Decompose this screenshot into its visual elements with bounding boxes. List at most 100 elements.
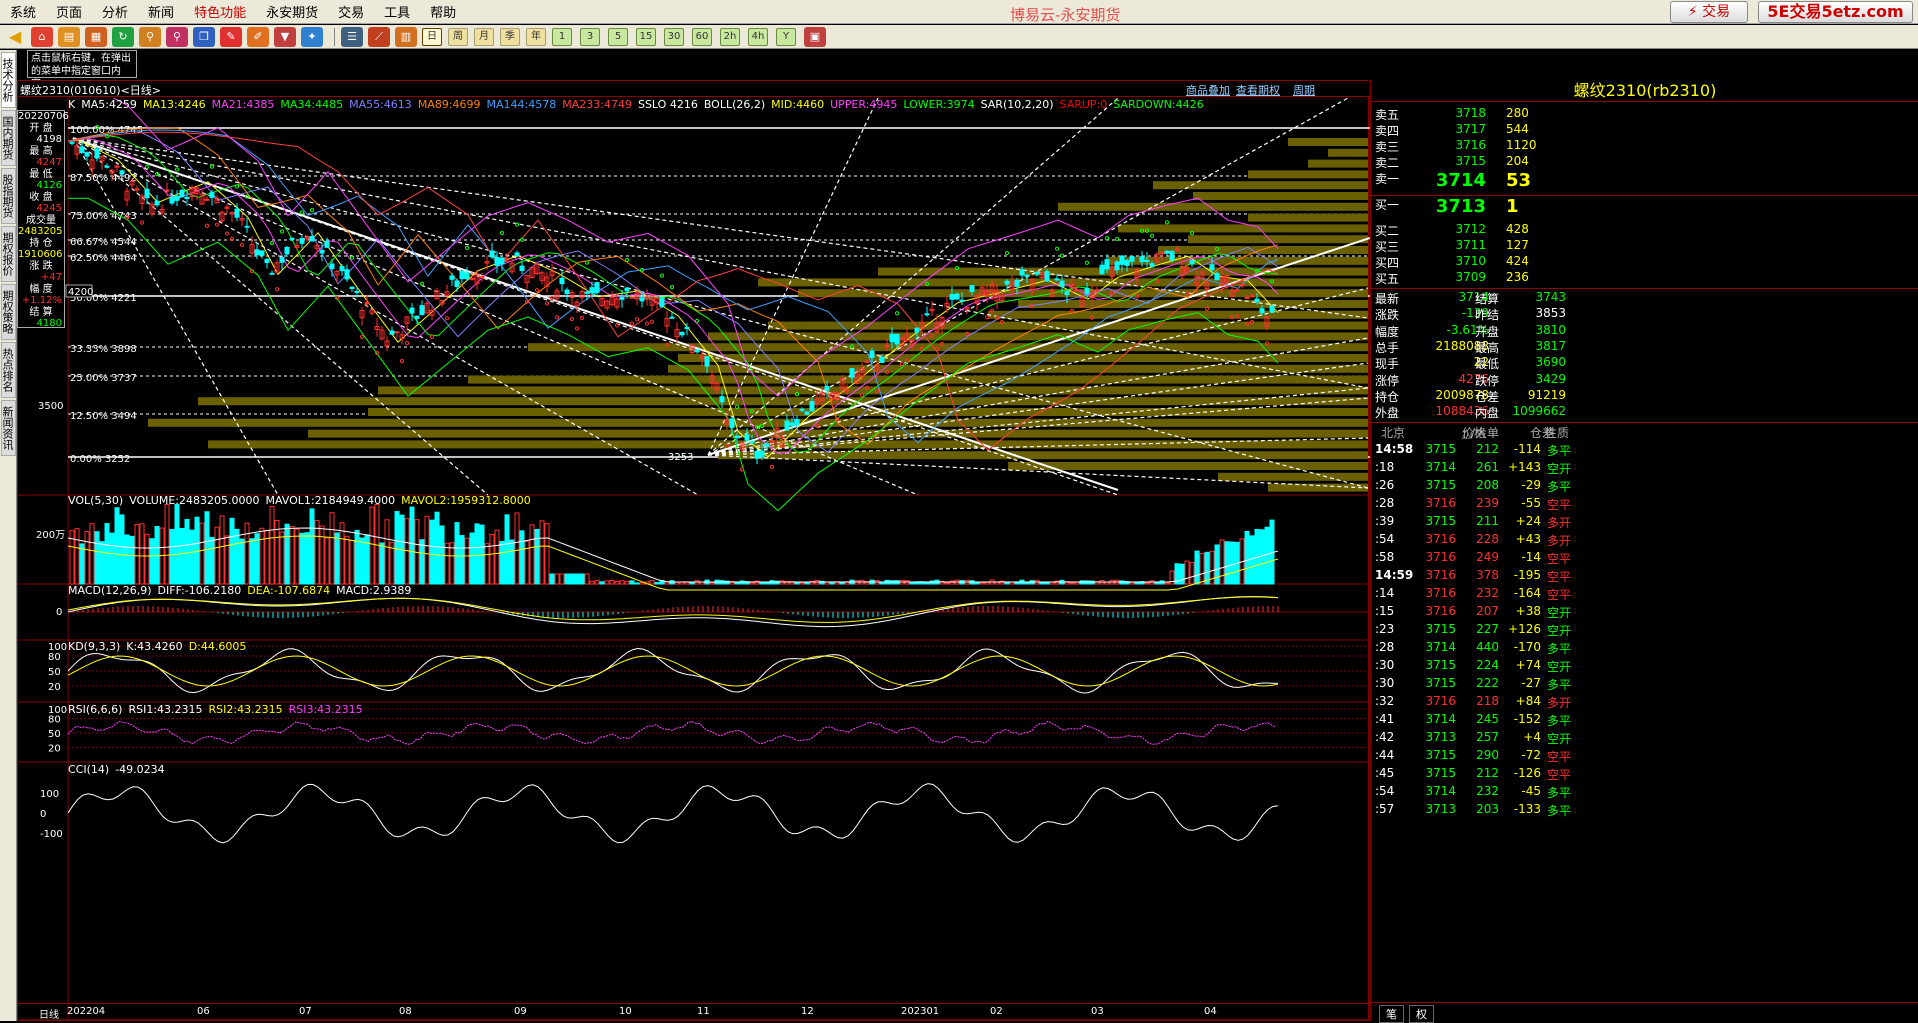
period-button-7[interactable]: 5	[608, 27, 628, 46]
volume-bar	[369, 506, 375, 585]
tick-row[interactable]: :14 3716 232 -164 空平	[1371, 586, 1918, 604]
tick-row[interactable]: :42 3713 257 +4 空开	[1371, 730, 1918, 748]
left-tab-0[interactable]: 技术分析	[1, 52, 16, 108]
tick-row[interactable]: 14:59 3716 378 -195 空平	[1371, 568, 1918, 586]
period-button-1[interactable]: 周	[448, 27, 468, 46]
filter-icon[interactable]: ▼	[274, 26, 296, 47]
tick-price: 3716	[1425, 568, 1456, 583]
tick-time: :14	[1375, 586, 1395, 601]
tick-row[interactable]: :54 3714 232 -45 多平	[1371, 784, 1918, 802]
chart-window[interactable]: 螺纹2310(010610)<日线> 商品叠加 查看期权 周期 10 0.00% …	[17, 80, 1370, 1021]
menu-item-1[interactable]: 页面	[46, 2, 92, 21]
left-tab-1[interactable]: 国内期货	[1, 110, 16, 166]
tick-row[interactable]: :26 3715 208 -29 多平	[1371, 478, 1918, 496]
volume-bar	[234, 528, 240, 585]
link-overlay[interactable]: 商品叠加	[1186, 82, 1230, 98]
left-tab-4[interactable]: 期权策略	[1, 284, 16, 340]
period-button-5[interactable]: 1	[552, 27, 572, 46]
tick-row[interactable]: :18 3714 261 +143 空开	[1371, 460, 1918, 478]
tick-row[interactable]: 14:58 3715 212 -114 多平	[1371, 442, 1918, 460]
left-tab-5[interactable]: 热点排名	[1, 342, 16, 398]
quote-tab-0[interactable]: 笔	[1379, 1005, 1404, 1023]
period-button-6[interactable]: 3	[580, 27, 600, 46]
menu-item-2[interactable]: 分析	[92, 2, 138, 21]
tick-row[interactable]: :54 3716 228 +43 多开	[1371, 532, 1918, 550]
tick-row[interactable]: :45 3715 212 -126 空平	[1371, 766, 1918, 784]
list-icon[interactable]: ☰	[341, 26, 363, 47]
kline-plot[interactable]: 100.00% 474587.50% 449275.00% 474366.67%…	[18, 98, 1370, 1020]
tick-row[interactable]: :28 3716 239 -55 空平	[1371, 496, 1918, 514]
tick-row[interactable]: :28 3714 440 -170 多平	[1371, 640, 1918, 658]
tick-row[interactable]: :41 3714 245 -152 多平	[1371, 712, 1918, 730]
tick-row[interactable]: :57 3713 203 -133 多平	[1371, 802, 1918, 820]
menu-item-5[interactable]: 永安期货	[256, 2, 328, 21]
ask-row[interactable]: 卖五 3718 280	[1371, 106, 1918, 122]
period-button-10[interactable]: 60	[692, 27, 712, 46]
period-button-13[interactable]: Y	[776, 27, 796, 46]
menu-item-3[interactable]: 新闻	[138, 2, 184, 21]
stat-label: 内盘	[1475, 406, 1500, 421]
volume-bar	[409, 506, 415, 585]
menu-item-6[interactable]: 交易	[328, 2, 374, 21]
bid-row[interactable]: 买五 3709 236	[1371, 270, 1918, 286]
period-button-0[interactable]: 日	[422, 27, 442, 46]
line-chart-icon[interactable]: ⟋	[368, 26, 390, 47]
bid-row[interactable]: 买四 3710 424	[1371, 254, 1918, 270]
ask-row[interactable]: 卖一 3714 53	[1371, 170, 1918, 194]
trade-button[interactable]: ⚡ 交易	[1670, 1, 1748, 23]
fib-label: 87.50% 4492	[70, 173, 137, 184]
period-button-8[interactable]: 15	[636, 27, 656, 46]
pen-icon[interactable]: ✎	[220, 26, 242, 47]
period-button-2[interactable]: 月	[474, 27, 494, 46]
volume-profile-bar	[1188, 235, 1368, 244]
zoom-icon[interactable]: ⚲	[166, 26, 188, 47]
refresh-icon[interactable]: ↻	[112, 26, 134, 47]
bid-volume: 1	[1506, 196, 1519, 217]
quote-tab-1[interactable]: 权	[1409, 1005, 1434, 1023]
bid-row[interactable]: 买二 3712 428	[1371, 222, 1918, 238]
tick-row[interactable]: :30 3715 224 +74 空开	[1371, 658, 1918, 676]
layout-icon[interactable]: ▦	[85, 26, 107, 47]
left-tab-3[interactable]: 期权报价	[1, 226, 16, 282]
chart-tool-icon[interactable]: ✦	[301, 26, 323, 47]
bid-row[interactable]: 买一 3713 1	[1371, 196, 1918, 220]
tick-row[interactable]: :23 3715 227 +126 空开	[1371, 622, 1918, 640]
search-icon[interactable]: ⚲	[139, 26, 161, 47]
bid-row[interactable]: 买三 3711 127	[1371, 238, 1918, 254]
period-button-11[interactable]: 2h	[720, 27, 740, 46]
tick-row[interactable]: :44 3715 290 -72 空平	[1371, 748, 1918, 766]
tick-row[interactable]: :39 3715 211 +24 多开	[1371, 514, 1918, 532]
menu-item-8[interactable]: 帮助	[420, 2, 466, 21]
draw-icon[interactable]: ✐	[247, 26, 269, 47]
left-tab-6[interactable]: 新闻资讯	[1, 400, 16, 456]
period-button-3[interactable]: 季	[500, 27, 520, 46]
database-icon[interactable]: ▤	[58, 26, 80, 47]
tick-nature: 多平	[1546, 714, 1571, 729]
kline-icon[interactable]: ▥	[395, 26, 417, 47]
period-button-4[interactable]: 年	[526, 27, 546, 46]
menu-item-7[interactable]: 工具	[374, 2, 420, 21]
link-options[interactable]: 查看期权	[1236, 82, 1280, 98]
ask-row[interactable]: 卖四 3717 544	[1371, 122, 1918, 138]
left-tab-2[interactable]: 股指期货	[1, 168, 16, 224]
period-button-12[interactable]: 4h	[748, 27, 768, 46]
tick-row[interactable]: :58 3716 249 -14 空平	[1371, 550, 1918, 568]
window-icon[interactable]: ❐	[193, 26, 215, 47]
back-arrow-icon[interactable]: ◀	[4, 27, 26, 47]
ask-volume: 280	[1506, 106, 1529, 120]
tick-row[interactable]: :32 3716 218 +84 多开	[1371, 694, 1918, 712]
period-button-9[interactable]: 30	[664, 27, 684, 46]
menu-item-4[interactable]: 特色功能	[184, 2, 256, 21]
tick-row[interactable]: :30 3715 222 -27 多平	[1371, 676, 1918, 694]
ask-row[interactable]: 卖三 3716 1120	[1371, 138, 1918, 154]
home-icon[interactable]: ⌂	[31, 26, 53, 47]
bid-label: 买四	[1375, 256, 1400, 270]
ask-row[interactable]: 卖二 3715 204	[1371, 154, 1918, 170]
link-period[interactable]: 周期	[1293, 82, 1315, 98]
tick-row[interactable]: :15 3716 207 +38 空开	[1371, 604, 1918, 622]
volume-bar	[984, 581, 990, 585]
sar-dot	[1189, 230, 1195, 236]
calendar-icon[interactable]: ▣	[804, 26, 826, 47]
menu-item-0[interactable]: 系统	[0, 2, 46, 21]
sar-dot	[279, 229, 285, 234]
